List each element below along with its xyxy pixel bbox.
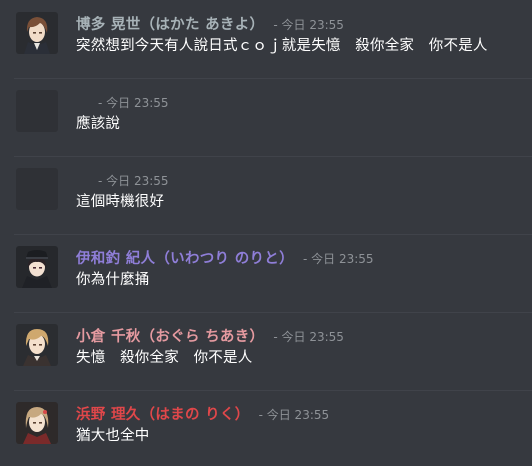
message-text: 猶大也全中 bbox=[76, 428, 150, 444]
message-divider bbox=[14, 78, 532, 79]
message-text: 突然想到今天有人說日式ｃｏｊ就是失憶 殺你全家 你不是人 bbox=[76, 38, 488, 54]
message-divider bbox=[14, 312, 532, 313]
message-divider bbox=[14, 390, 532, 391]
message-item: 浜野 理久（はまの りく） - 今日 23:55 猶大也全中 bbox=[0, 396, 532, 464]
message-item: - 今日 23:55 這個時機很好 bbox=[0, 162, 532, 235]
author-name[interactable]: 小倉 千秋（おぐら ちあき） bbox=[76, 329, 264, 345]
message-item: 伊和釣 紀人（いわつり のりと） - 今日 23:55 你為什麼捅 bbox=[0, 240, 532, 313]
message-text: 這個時機很好 bbox=[76, 194, 165, 210]
message-text: 你為什麼捅 bbox=[76, 272, 150, 288]
avatar[interactable] bbox=[16, 402, 58, 444]
timestamp: - 今日 23:55 bbox=[258, 408, 330, 422]
message-item: 小倉 千秋（おぐら ちあき） - 今日 23:55 失憶 殺你全家 你不是人 bbox=[0, 318, 532, 391]
message-item: - 今日 23:55 應該說 bbox=[0, 84, 532, 157]
timestamp: - 今日 23:55 bbox=[273, 330, 344, 344]
timestamp: - 今日 23:55 bbox=[98, 96, 169, 110]
message-divider bbox=[14, 234, 532, 235]
timestamp: - 今日 23:55 bbox=[98, 174, 169, 188]
avatar[interactable] bbox=[16, 324, 58, 366]
message-text: 應該說 bbox=[76, 116, 121, 132]
message-divider bbox=[14, 156, 532, 157]
timestamp: - 今日 23:55 bbox=[303, 252, 374, 266]
message-text: 失憶 殺你全家 你不是人 bbox=[76, 350, 253, 366]
avatar-dark-hair-cap-icon bbox=[16, 246, 58, 288]
avatar[interactable] bbox=[16, 90, 58, 132]
avatar-light-hair-red-icon bbox=[16, 402, 58, 444]
message-item: 博多 晃世（はかた あきよ） - 今日 23:55 突然想到今天有人說日式ｃｏｊ… bbox=[0, 6, 532, 79]
author-name[interactable]: 伊和釣 紀人（いわつり のりと） bbox=[76, 251, 294, 267]
avatar-blond-hair-icon bbox=[16, 324, 58, 366]
author-name[interactable]: 浜野 理久（はまの りく） bbox=[76, 407, 250, 423]
chat-log: 博多 晃世（はかた あきよ） - 今日 23:55 突然想到今天有人說日式ｃｏｊ… bbox=[0, 0, 532, 466]
avatar-brown-hair-suit-icon bbox=[16, 12, 58, 54]
author-name[interactable]: 博多 晃世（はかた あきよ） bbox=[76, 17, 264, 33]
avatar[interactable] bbox=[16, 12, 58, 54]
avatar[interactable] bbox=[16, 246, 58, 288]
avatar[interactable] bbox=[16, 168, 58, 210]
timestamp: - 今日 23:55 bbox=[273, 18, 344, 32]
